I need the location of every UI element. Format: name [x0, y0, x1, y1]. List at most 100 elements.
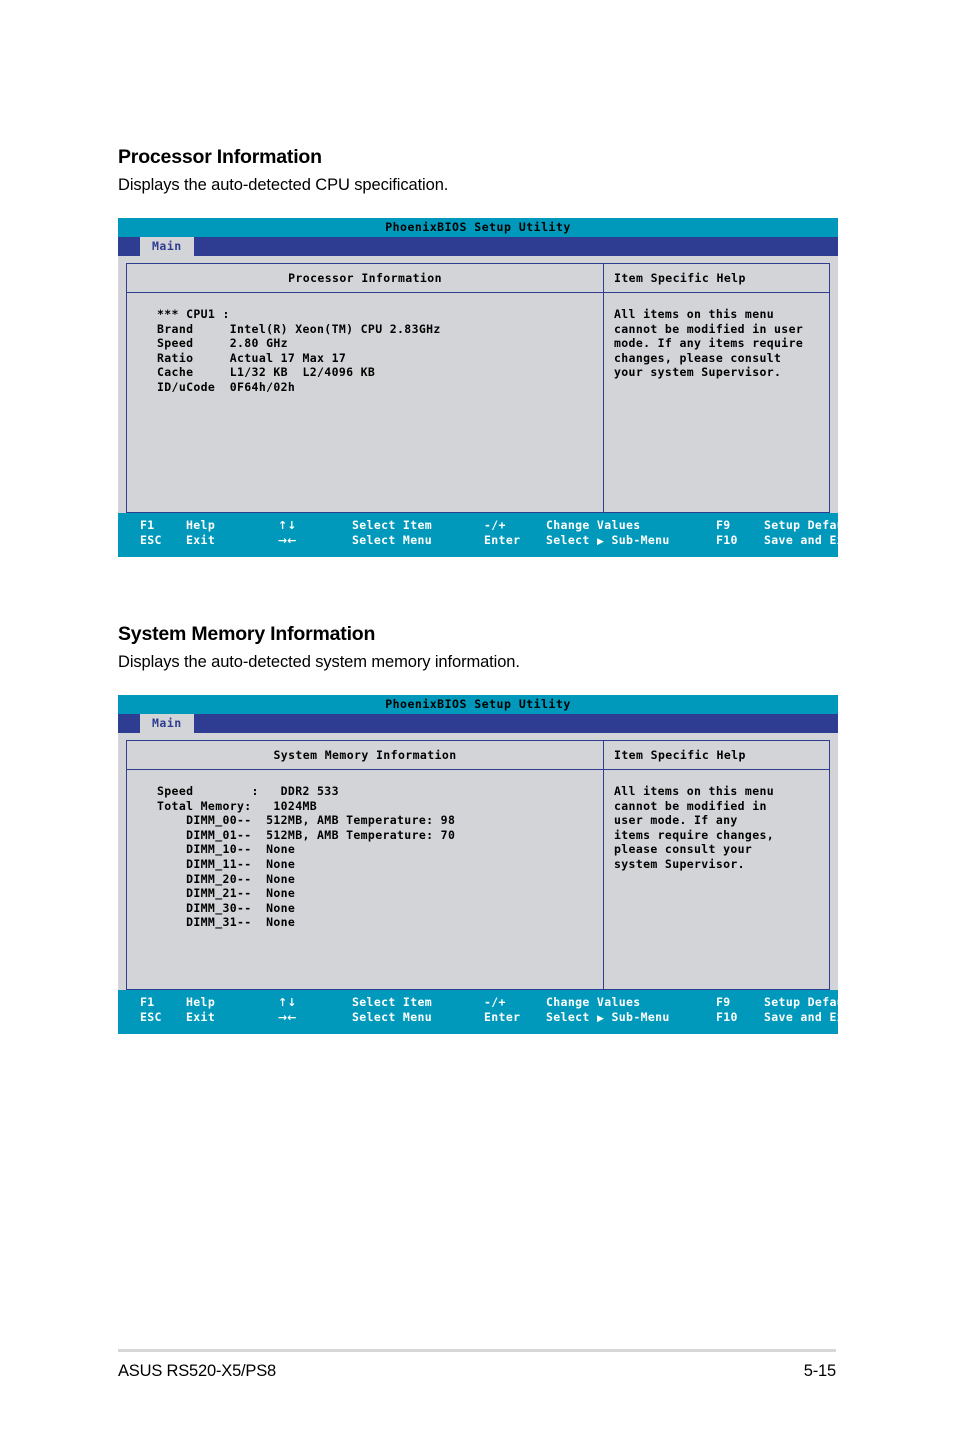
up-down-arrow-icon: ↑↓	[278, 996, 297, 1009]
menu-bar-left-spacer	[118, 237, 140, 256]
info-row: Total Memory: 1024MB	[157, 798, 318, 813]
footer-page-number: 5-15	[803, 1362, 836, 1380]
select-item-label: Select Item	[352, 518, 433, 532]
menu-bar-left-spacer	[118, 714, 140, 733]
help-line: All items on this menu	[614, 307, 775, 321]
left-right-arrow-icon: →←	[278, 1011, 297, 1024]
help-panel: Item Specific Help All items on this men…	[604, 741, 829, 989]
select-submenu-label: Select ▶ Sub-Menu	[546, 533, 716, 550]
triangle-right-icon: ▶	[596, 1014, 605, 1024]
info-row: DIMM_10-- None	[157, 842, 296, 857]
info-row: DIMM_11-- None	[157, 856, 296, 871]
bios-screen-processor: PhoenixBIOS Setup Utility Main Processor…	[118, 218, 865, 557]
key-f1[interactable]: F1	[118, 995, 186, 1010]
bios-menu-bar: Main	[118, 237, 838, 256]
document-page: Processor Information Displays the auto-…	[0, 0, 954, 1438]
section-system-memory-information: System Memory Information Displays the a…	[118, 623, 838, 672]
info-row: DIMM_30-- None	[157, 900, 296, 915]
tab-main[interactable]: Main	[140, 237, 194, 256]
key-esc-label: Exit	[186, 533, 216, 547]
help-line: please consult your	[614, 842, 753, 857]
select-menu-label: Select Menu	[352, 1010, 433, 1024]
info-row: Cache L1/32 KB L2/4096 KB	[157, 365, 376, 380]
bios-menu-bar: Main	[118, 714, 838, 733]
help-line: cannot be modified in	[614, 798, 767, 813]
select-menu-label: Select Menu	[352, 533, 433, 547]
legend-row-2: ESC Exit →← Select Menu Enter Select ▶ S…	[118, 533, 858, 550]
help-line: user mode. If any	[614, 813, 738, 828]
triangle-right-icon: ▶	[596, 537, 605, 547]
key-f1-label: Help	[186, 995, 216, 1009]
help-panel-header: Item Specific Help	[604, 741, 829, 770]
footer-model: ASUS RS520-X5/PS8	[118, 1362, 277, 1380]
menu-bar-remainder	[194, 237, 838, 256]
save-and-exit-label: Save and Exit	[764, 1010, 859, 1024]
section-processor-information: Processor Information Displays the auto-…	[118, 146, 838, 195]
info-row: DIMM_21-- None	[157, 886, 296, 901]
help-panel-content: All items on this menu cannot be modifie…	[604, 293, 829, 512]
info-row: *** CPU1 :	[157, 307, 230, 321]
key-minus-plus[interactable]: -/+	[484, 518, 546, 533]
key-esc[interactable]: ESC	[118, 1010, 186, 1025]
section-description: Displays the auto-detected system memory…	[118, 653, 520, 671]
help-line: system Supervisor.	[614, 856, 745, 871]
key-f10[interactable]: F10	[716, 1010, 764, 1025]
help-line: items require changes,	[614, 827, 775, 842]
submenu-word: Sub-Menu	[611, 1010, 670, 1024]
help-line: your system Supervisor.	[614, 365, 782, 380]
bios-title-bar: PhoenixBIOS Setup Utility	[118, 218, 838, 237]
key-enter[interactable]: Enter	[484, 533, 546, 548]
info-row: Speed : DDR2 533	[157, 784, 339, 798]
main-panel: Processor Information *** CPU1 : Brand I…	[127, 264, 604, 512]
key-esc[interactable]: ESC	[118, 533, 186, 548]
bios-screen-system-memory: PhoenixBIOS Setup Utility Main System Me…	[118, 695, 865, 1034]
info-row: Brand Intel(R) Xeon(TM) CPU 2.83GHz	[157, 321, 441, 336]
change-values-label: Change Values	[546, 518, 641, 532]
main-panel-content: *** CPU1 : Brand Intel(R) Xeon(TM) CPU 2…	[127, 293, 603, 512]
main-panel: System Memory Information Speed : DDR2 5…	[127, 741, 604, 989]
page-footer: ASUS RS520-X5/PS8 5-15	[118, 1362, 836, 1381]
section-description: Displays the auto-detected CPU specifica…	[118, 176, 449, 194]
help-panel: Item Specific Help All items on this men…	[604, 264, 829, 512]
key-minus-plus[interactable]: -/+	[484, 995, 546, 1010]
submenu-word: Sub-Menu	[611, 533, 670, 547]
setup-defaults-label: Setup Defaults	[764, 995, 866, 1009]
help-line: cannot be modified in user	[614, 321, 804, 336]
setup-defaults-label: Setup Defaults	[764, 518, 866, 532]
info-row: DIMM_31-- None	[157, 915, 296, 930]
select-word: Select	[546, 533, 590, 547]
key-f1-label: Help	[186, 518, 216, 532]
help-panel-content: All items on this menu cannot be modifie…	[604, 770, 829, 989]
info-row: ID/uCode 0F64h/02h	[157, 379, 296, 394]
select-submenu-label: Select ▶ Sub-Menu	[546, 1010, 716, 1027]
info-row: Ratio Actual 17 Max 17	[157, 350, 347, 365]
legend-row-1: F1 Help ↑↓ Select Item -/+ Change Values…	[118, 518, 865, 533]
left-right-arrow-icon: →←	[278, 534, 297, 547]
main-panel-header: Processor Information	[127, 264, 603, 293]
info-row: DIMM_01-- 512MB, AMB Temperature: 70	[157, 827, 456, 842]
page-title: System Memory Information	[118, 623, 376, 645]
main-panel-header: System Memory Information	[127, 741, 603, 770]
bios-panels: System Memory Information Speed : DDR2 5…	[126, 740, 830, 990]
help-line: changes, please consult	[614, 350, 782, 365]
page-title: Processor Information	[118, 146, 322, 168]
select-item-label: Select Item	[352, 995, 433, 1009]
key-f10[interactable]: F10	[716, 533, 764, 548]
key-f9[interactable]: F9	[716, 518, 764, 533]
tab-main[interactable]: Main	[140, 714, 194, 733]
change-values-label: Change Values	[546, 995, 641, 1009]
key-enter[interactable]: Enter	[484, 1010, 546, 1025]
bios-panels: Processor Information *** CPU1 : Brand I…	[126, 263, 830, 513]
bios-body: System Memory Information Speed : DDR2 5…	[118, 733, 838, 990]
save-and-exit-label: Save and Exit	[764, 533, 859, 547]
info-row: Speed 2.80 GHz	[157, 336, 288, 351]
legend-row-1: F1 Help ↑↓ Select Item -/+ Change Values…	[118, 995, 865, 1010]
key-esc-label: Exit	[186, 1010, 216, 1024]
bios-body: Processor Information *** CPU1 : Brand I…	[118, 256, 838, 513]
key-f9[interactable]: F9	[716, 995, 764, 1010]
up-down-arrow-icon: ↑↓	[278, 519, 297, 532]
key-f1[interactable]: F1	[118, 518, 186, 533]
info-row: DIMM_20-- None	[157, 871, 296, 886]
bios-title-bar: PhoenixBIOS Setup Utility	[118, 695, 838, 714]
legend-row-2: ESC Exit →← Select Menu Enter Select ▶ S…	[118, 1010, 858, 1027]
